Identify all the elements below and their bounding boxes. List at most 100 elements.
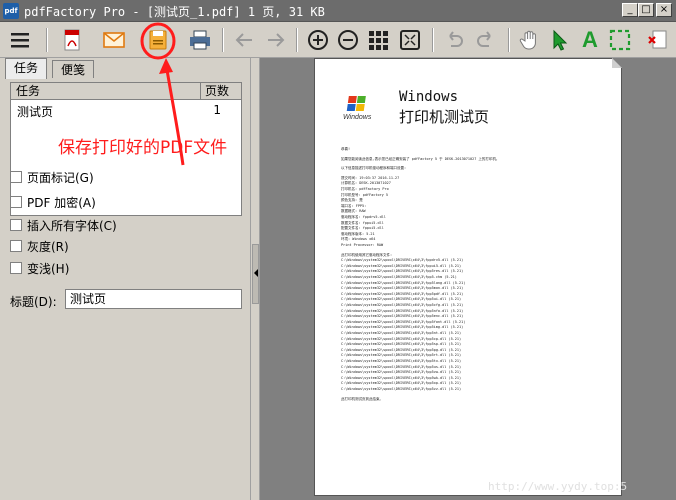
menu-icon[interactable] bbox=[6, 26, 34, 54]
document-line: C:\Windows\system32\spool\DRIVERS\x64\3\… bbox=[341, 286, 464, 291]
title-bar: pdf pdfFactory Pro - [测试页_1.pdf] 1 页, 31… bbox=[0, 0, 676, 22]
document-line: 打印机型号: pdfFactory 5 bbox=[341, 192, 389, 197]
document-line: 环境: Windows x64 bbox=[341, 237, 376, 242]
document-line: C:\Windows\system32\spool\DRIVERS\x64\3\… bbox=[341, 314, 464, 319]
document-line: C:\Windows\system32\spool\DRIVERS\x64\3\… bbox=[341, 359, 462, 363]
svg-text:Windows: Windows bbox=[343, 114, 372, 121]
delete-page-icon[interactable] bbox=[644, 26, 672, 54]
page-marks-checkbox[interactable]: 页面标记(G) bbox=[10, 169, 94, 185]
document-line: 数据格式: RAW bbox=[341, 209, 366, 214]
document-line: C:\Windows\system32\spool\DRIVERS\x64\3\… bbox=[341, 325, 464, 330]
grid-icon[interactable] bbox=[364, 26, 392, 54]
document-line: C:\Windows\system32\spool\DRIVERS\x64\3\… bbox=[341, 381, 462, 386]
zoom-out-icon[interactable] bbox=[334, 26, 362, 54]
grayscale-checkbox[interactable]: 灰度(R) bbox=[10, 238, 69, 254]
undo-icon[interactable] bbox=[440, 26, 468, 54]
pdf-icon[interactable] bbox=[58, 26, 86, 54]
annotation-text: 保存打印好的PDF文件 bbox=[58, 138, 228, 158]
watermark: http://www.yydy.top:5 bbox=[488, 480, 628, 493]
email-icon[interactable] bbox=[100, 26, 128, 54]
column-header-pages[interactable]: 页数 bbox=[201, 83, 241, 100]
option-label: 灰度(R) bbox=[27, 239, 69, 254]
tab-tasks[interactable]: 任务 bbox=[5, 58, 48, 79]
text-tool-label: A bbox=[582, 27, 598, 52]
document-line: C:\Windows\system32\spool\DRIVERS\x64\3\… bbox=[341, 336, 462, 341]
document-line: 驱动程序版本: 5.21 bbox=[341, 231, 375, 236]
task-page-count: 1 bbox=[213, 103, 221, 117]
document-line: Print Processor: RAW bbox=[341, 243, 384, 247]
document-line: C:\Windows\system32\spool\DRIVERS\x64\3\… bbox=[341, 291, 464, 296]
title-input[interactable]: 测试页 bbox=[65, 289, 242, 309]
pdf-encrypt-checkbox[interactable]: PDF 加密(A) bbox=[10, 194, 96, 210]
minimize-button[interactable]: _ bbox=[622, 3, 638, 17]
print-icon[interactable] bbox=[186, 26, 214, 54]
document-line: C:\Windows\system32\spool\DRIVERS\x64\3\… bbox=[341, 370, 462, 375]
text-tool-icon[interactable]: A bbox=[576, 26, 604, 54]
checkbox-box[interactable] bbox=[10, 219, 22, 231]
hand-icon[interactable] bbox=[516, 26, 544, 54]
task-list-header: 任务 页数 bbox=[11, 83, 241, 100]
document-line: C:\Windows\system32\spool\DRIVERS\x64\3\… bbox=[341, 331, 462, 335]
document-line: C:\Windows\system32\spool\DRIVERS\x64\3\… bbox=[341, 258, 464, 263]
column-header-task[interactable]: 任务 bbox=[11, 83, 201, 100]
table-row[interactable]: 测试页 1 bbox=[11, 102, 241, 119]
document-line: 提交时间: 19:03:37 2016-11-27 bbox=[341, 175, 400, 180]
tab-notes[interactable]: 便笺 bbox=[52, 60, 95, 78]
maximize-button[interactable]: □ bbox=[638, 3, 654, 17]
document-line: C:\Windows\system32\spool\DRIVERS\x64\3\… bbox=[341, 269, 464, 274]
forward-arrow-icon[interactable] bbox=[262, 26, 290, 54]
app-icon[interactable]: pdf bbox=[3, 3, 19, 19]
select-tool-icon[interactable] bbox=[606, 26, 634, 54]
pointer-icon[interactable] bbox=[546, 26, 574, 54]
task-panel: 任务 便笺 任务 页数 测试页 1 保存打印好的PDF文件 页面标记(G) PD… bbox=[0, 58, 250, 500]
document-line: 驱动程序名: fppdrv5.dll bbox=[341, 215, 386, 219]
redo-icon[interactable] bbox=[472, 26, 500, 54]
document-line: 端口名: FPP5: bbox=[341, 203, 367, 208]
lighten-checkbox[interactable]: 变浅(H) bbox=[10, 260, 69, 276]
option-label: PDF 加密(A) bbox=[27, 195, 96, 210]
checkbox-box[interactable] bbox=[10, 171, 22, 183]
embed-fonts-checkbox[interactable]: 插入所有字体(C) bbox=[10, 217, 117, 233]
document-line: 打印机名: pdfFactory Pro bbox=[341, 187, 389, 191]
document-line: C:\Windows\system32\spool\DRIVERS\x64\3\… bbox=[341, 319, 466, 324]
document-line: C:\Windows\system32\spool\DRIVERS\x64\3\… bbox=[341, 364, 462, 369]
document-line: C:\Windows\system32\spool\DRIVERS\x64\3\… bbox=[341, 375, 462, 380]
option-label: 页面标记(G) bbox=[27, 170, 94, 185]
document-line: 配置文件名: fppui5.dll bbox=[341, 226, 384, 231]
zoom-in-icon[interactable] bbox=[304, 26, 332, 54]
document-line: 颜色支持: 是 bbox=[341, 198, 363, 203]
option-label: 插入所有字体(C) bbox=[27, 218, 117, 233]
document-line: C:\Windows\system32\spool\DRIVERS\x64\3\… bbox=[341, 263, 462, 268]
checkbox-box[interactable] bbox=[10, 240, 22, 252]
document-line: 以下信息描述打印机驱动程序和端口设置: bbox=[341, 166, 407, 171]
title-field-label: 标题(D): bbox=[10, 295, 57, 309]
panel-splitter[interactable] bbox=[250, 58, 260, 500]
document-heading-en: Windows bbox=[399, 89, 459, 105]
checkbox-box[interactable] bbox=[10, 262, 22, 274]
page-fold bbox=[612, 58, 622, 68]
document-line: C:\Windows\system32\spool\DRIVERS\x64\3\… bbox=[341, 280, 466, 285]
collapse-arrow-icon[interactable] bbox=[254, 269, 258, 277]
window-title: pdfFactory Pro - [测试页_1.pdf] 1 页, 31 KB bbox=[24, 5, 325, 19]
document-line: C:\Windows\system32\spool\DRIVERS\x64\3\… bbox=[341, 347, 462, 352]
toolbar: A bbox=[0, 22, 676, 58]
document-line: 恭喜! bbox=[341, 147, 351, 151]
preview-area[interactable]: Windows Windows 打印机测试页 恭喜! 如果您能阅读此信息,表示您已… bbox=[260, 58, 676, 500]
document-line: 此打印机使用其它驱动程序文件: bbox=[341, 252, 393, 257]
task-name: 测试页 bbox=[17, 105, 54, 119]
document-line: 计算机名: DESK-2013071027 bbox=[341, 181, 391, 186]
document-line: 数据文件名: fppui5.dll bbox=[341, 220, 384, 225]
document-page: Windows Windows 打印机测试页 恭喜! 如果您能阅读此信息,表示您已… bbox=[314, 58, 622, 496]
document-line: C:\Windows\system32\spool\DRIVERS\x64\3\… bbox=[341, 297, 462, 302]
fullscreen-icon[interactable] bbox=[396, 26, 424, 54]
close-button[interactable]: × bbox=[656, 3, 672, 17]
option-label: 变浅(H) bbox=[27, 261, 70, 276]
document-heading-cn: 打印机测试页 bbox=[399, 108, 490, 126]
splitter-handle[interactable] bbox=[252, 244, 259, 304]
back-arrow-icon[interactable] bbox=[230, 26, 258, 54]
checkbox-box[interactable] bbox=[10, 196, 22, 208]
save-icon[interactable] bbox=[144, 26, 172, 54]
document-line: C:\Windows\system32\spool\DRIVERS\x64\3\… bbox=[341, 387, 462, 391]
document-line: 如果您能阅读此信息,表示您已经正确安装了 pdfFactory 5 于 DESK… bbox=[341, 156, 500, 161]
document-line: C:\Windows\system32\spool\DRIVERS\x64\3\… bbox=[341, 342, 462, 347]
